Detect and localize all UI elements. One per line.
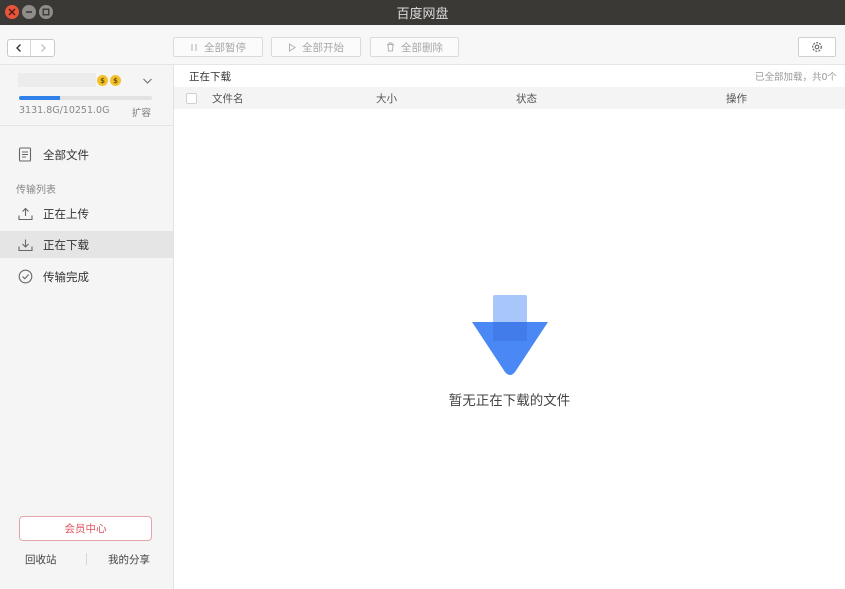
page-title: 正在下载 xyxy=(189,71,231,83)
user-menu-toggle[interactable] xyxy=(142,75,153,88)
sidebar-item-all-files[interactable]: 全部文件 xyxy=(0,141,173,168)
sidebar-item-label: 正在下载 xyxy=(43,237,89,252)
main-panel: 正在下载 已全部加载，共0个 文件名 大小 状态 操作 暂无正在下载的文件 xyxy=(174,65,845,589)
column-header-size[interactable]: 大小 xyxy=(376,91,397,106)
maximize-window-button[interactable] xyxy=(39,5,53,19)
document-icon xyxy=(17,147,33,163)
sidebar: $ $ 3131.8G/10251.0G 扩容 全部文件 传输列表 正在上传 正… xyxy=(0,65,174,589)
nav-buttons xyxy=(7,39,55,57)
username[interactable] xyxy=(18,73,96,87)
maximize-icon xyxy=(42,8,50,16)
back-button[interactable] xyxy=(8,40,32,56)
pause-icon xyxy=(191,43,197,51)
settings-button[interactable] xyxy=(798,37,836,57)
start-all-button[interactable]: 全部开始 xyxy=(271,37,361,57)
table-header: 文件名 大小 状态 操作 xyxy=(174,87,845,109)
window-controls xyxy=(5,5,53,19)
sidebar-item-downloading[interactable]: 正在下载 xyxy=(0,231,173,258)
column-header-action: 操作 xyxy=(726,93,747,105)
sidebar-item-uploading[interactable]: 正在上传 xyxy=(0,200,173,227)
minimize-icon xyxy=(26,11,32,13)
trash-icon xyxy=(387,42,394,52)
divider xyxy=(86,553,87,565)
upload-icon xyxy=(17,206,33,222)
close-window-button[interactable] xyxy=(5,5,19,19)
forward-button[interactable] xyxy=(31,40,54,56)
transfer-list-heading: 传输列表 xyxy=(16,185,56,196)
window-title: 百度网盘 xyxy=(396,7,449,22)
start-all-label: 全部开始 xyxy=(302,41,344,54)
pause-all-label: 全部暂停 xyxy=(204,41,246,54)
storage-quota-text: 3131.8G/10251.0G xyxy=(19,105,110,116)
coin-badge: $ xyxy=(97,75,108,86)
close-icon xyxy=(8,8,16,16)
item-count: 已全部加载，共0个 xyxy=(754,72,837,83)
main-header: 正在下载 已全部加载，共0个 xyxy=(174,65,845,87)
empty-state-message: 暂无正在下载的文件 xyxy=(448,393,571,409)
toolbar: 全部暂停 全部开始 全部删除 xyxy=(0,25,845,65)
storage-quota-bar xyxy=(19,96,152,100)
expand-storage-link[interactable]: 扩容 xyxy=(132,105,151,119)
delete-all-button[interactable]: 全部删除 xyxy=(370,37,459,57)
minimize-window-button[interactable] xyxy=(22,5,36,19)
sidebar-item-label: 全部文件 xyxy=(43,147,89,162)
chevron-right-icon xyxy=(40,44,46,52)
column-header-name[interactable]: 文件名 xyxy=(212,91,244,106)
chevron-down-icon xyxy=(143,78,152,84)
sidebar-item-label: 传输完成 xyxy=(43,269,89,284)
divider xyxy=(0,125,173,126)
sidebar-item-completed[interactable]: 传输完成 xyxy=(0,263,173,290)
sidebar-item-label: 正在上传 xyxy=(43,206,89,221)
recycle-bin-link[interactable]: 回收站 xyxy=(25,552,57,567)
title-bar: 百度网盘 xyxy=(0,0,845,25)
column-header-status[interactable]: 状态 xyxy=(516,91,537,106)
coin-badge: $ xyxy=(110,75,121,86)
my-share-link[interactable]: 我的分享 xyxy=(108,552,150,567)
pause-all-button[interactable]: 全部暂停 xyxy=(173,37,263,57)
delete-all-label: 全部删除 xyxy=(401,41,443,54)
download-illustration-icon xyxy=(471,295,549,380)
check-circle-icon xyxy=(17,269,33,285)
storage-quota-fill xyxy=(19,96,60,100)
select-all-checkbox[interactable] xyxy=(186,93,197,104)
gear-icon xyxy=(812,42,822,52)
play-icon xyxy=(289,42,296,52)
download-icon xyxy=(17,237,33,253)
chevron-left-icon xyxy=(16,44,21,52)
vip-center-button[interactable]: 会员中心 xyxy=(19,516,152,541)
